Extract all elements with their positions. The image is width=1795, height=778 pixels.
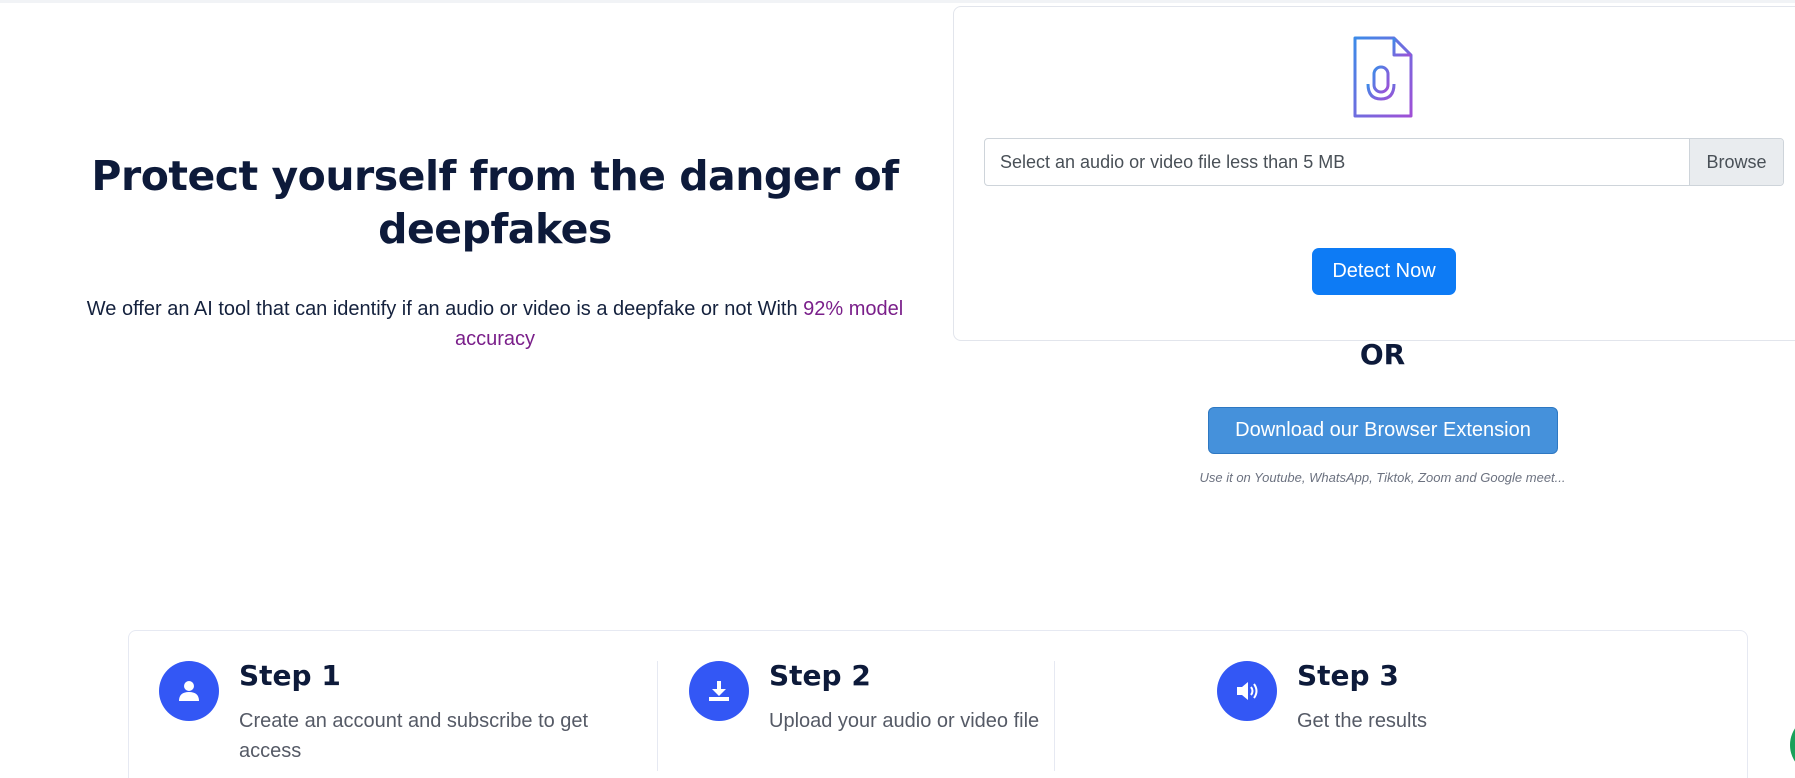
step-2-icon-circle xyxy=(689,661,749,721)
browse-button[interactable]: Browse xyxy=(1689,139,1783,185)
download-icon xyxy=(709,681,729,701)
step-divider xyxy=(1054,661,1055,771)
hero-section: Protect yourself from the danger of deep… xyxy=(60,150,930,354)
hero-subtitle: We offer an AI tool that can identify if… xyxy=(60,294,930,354)
hero-subtitle-text: We offer an AI tool that can identify if… xyxy=(86,298,804,320)
step-3-description: Get the results xyxy=(1297,710,1428,732)
chat-bubble-icon[interactable] xyxy=(1790,715,1795,775)
steps-card: Step 1 Create an account and subscribe t… xyxy=(128,630,1748,778)
speaker-icon xyxy=(1237,682,1258,700)
step-1-icon-circle xyxy=(159,661,219,721)
file-input-placeholder[interactable]: Select an audio or video file less than … xyxy=(985,139,1689,185)
download-extension-button[interactable]: Download our Browser Extension xyxy=(1208,407,1558,454)
file-input[interactable]: Select an audio or video file less than … xyxy=(984,138,1784,186)
step-2-description: Upload your audio or video file xyxy=(769,710,1040,732)
user-icon xyxy=(179,681,199,701)
step-1-title: Step 1 xyxy=(239,659,341,692)
extension-note: Use it on Youtube, WhatsApp, Tiktok, Zoo… xyxy=(1199,470,1566,485)
step-3-title: Step 3 xyxy=(1297,659,1399,692)
audio-file-icon xyxy=(1353,36,1413,118)
detect-now-button[interactable]: Detect Now xyxy=(1312,248,1456,295)
hero-title: Protect yourself from the danger of deep… xyxy=(91,152,899,253)
step-divider xyxy=(657,661,658,771)
step-3-icon-circle xyxy=(1217,661,1277,721)
step-2-title: Step 2 xyxy=(769,659,871,692)
top-border xyxy=(0,0,1795,3)
step-1-description: Create an account and subscribe to get a… xyxy=(239,710,589,762)
upload-card: Select an audio or video file less than … xyxy=(953,6,1795,341)
or-label: OR xyxy=(1359,338,1406,371)
